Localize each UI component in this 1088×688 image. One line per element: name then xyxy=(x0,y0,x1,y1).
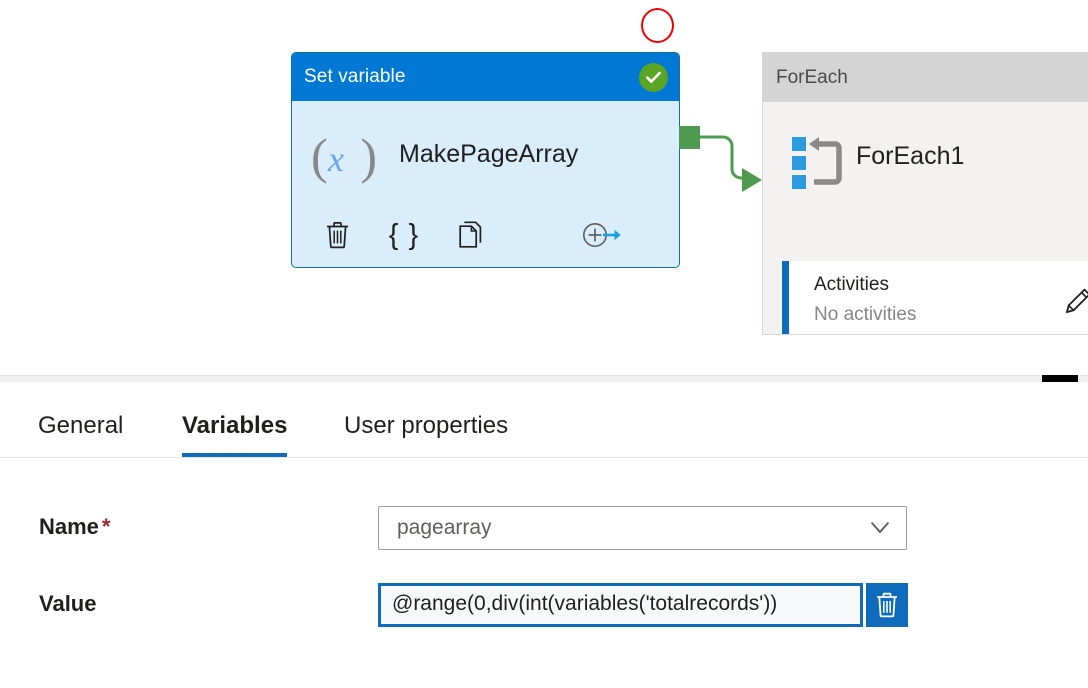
name-field-label: Name * xyxy=(39,514,110,540)
activities-accent-bar xyxy=(782,261,789,334)
code-braces-glyph: { } xyxy=(388,219,420,251)
variable-x-icon: ( x ) xyxy=(311,128,377,184)
activity-properties-panel: General Variables User properties Name * … xyxy=(0,382,1088,688)
value-input-text: @range(0,div(int(variables('totalrecords… xyxy=(392,592,778,615)
properties-tabbar: General Variables User properties xyxy=(0,402,1088,458)
activities-status-text: No activities xyxy=(814,304,917,325)
code-braces-icon[interactable]: { } xyxy=(387,217,421,253)
set-variable-activity-node[interactable]: Set variable ( x ) MakePageArray {} xyxy=(291,52,680,268)
value-input[interactable]: @range(0,div(int(variables('totalrecords… xyxy=(378,583,863,627)
tab-user-properties[interactable]: User properties xyxy=(344,402,508,457)
set-variable-node-body: ( x ) MakePageArray { } xyxy=(292,101,679,267)
connector-arrow-icon xyxy=(690,135,762,192)
variable-icon-paren-right: ) xyxy=(360,128,377,184)
check-circle-icon xyxy=(639,63,668,92)
delete-activity-icon[interactable] xyxy=(320,217,354,253)
foreach-activity-name: ForEach1 xyxy=(856,142,965,170)
required-asterisk: * xyxy=(101,514,111,539)
variable-name-dropdown-value: pagearray xyxy=(397,516,492,539)
value-field-row: Value @range(0,div(int(variables('totalr… xyxy=(0,583,1088,629)
pipeline-canvas[interactable]: Set variable ( x ) MakePageArray {} For… xyxy=(0,0,1088,378)
canvas-panel-divider xyxy=(0,375,1088,382)
red-annotation-circle-icon xyxy=(641,8,674,43)
pencil-icon[interactable] xyxy=(1063,286,1088,316)
tab-variables[interactable]: Variables xyxy=(182,402,288,457)
variable-icon-x-glyph: x xyxy=(328,139,344,179)
foreach-node-body: ForEach1 Activities No activities xyxy=(763,102,1088,334)
set-variable-node-action-bar: { } xyxy=(292,217,679,257)
variable-name-dropdown[interactable]: pagearray xyxy=(378,506,907,550)
foreach-node-header-title: ForEach xyxy=(776,67,848,88)
name-label-text: Name xyxy=(39,514,99,539)
foreach-node-header: ForEach xyxy=(763,53,1088,102)
add-output-arrow-icon[interactable] xyxy=(580,217,624,253)
foreach-loop-icon xyxy=(792,137,842,189)
chevron-down-icon xyxy=(870,521,890,534)
set-variable-node-header: Set variable xyxy=(292,53,679,101)
copy-icon[interactable] xyxy=(454,217,488,253)
set-variable-activity-name: MakePageArray xyxy=(399,140,579,168)
value-field-label: Value xyxy=(39,591,97,616)
activities-label: Activities xyxy=(814,274,889,295)
delete-value-button[interactable] xyxy=(866,583,908,627)
foreach-activities-row[interactable]: Activities No activities xyxy=(782,261,1088,334)
trash-icon xyxy=(877,592,897,618)
foreach-activity-node[interactable]: ForEach ForEach1 Activities No activitie… xyxy=(762,52,1088,335)
name-field-row: Name * pagearray xyxy=(0,506,1088,552)
variable-icon-paren-left: ( xyxy=(311,128,328,184)
tab-general[interactable]: General xyxy=(38,402,123,457)
horizontal-scrollbar-thumb[interactable] xyxy=(1042,375,1078,382)
set-variable-node-header-title: Set variable xyxy=(304,66,406,87)
